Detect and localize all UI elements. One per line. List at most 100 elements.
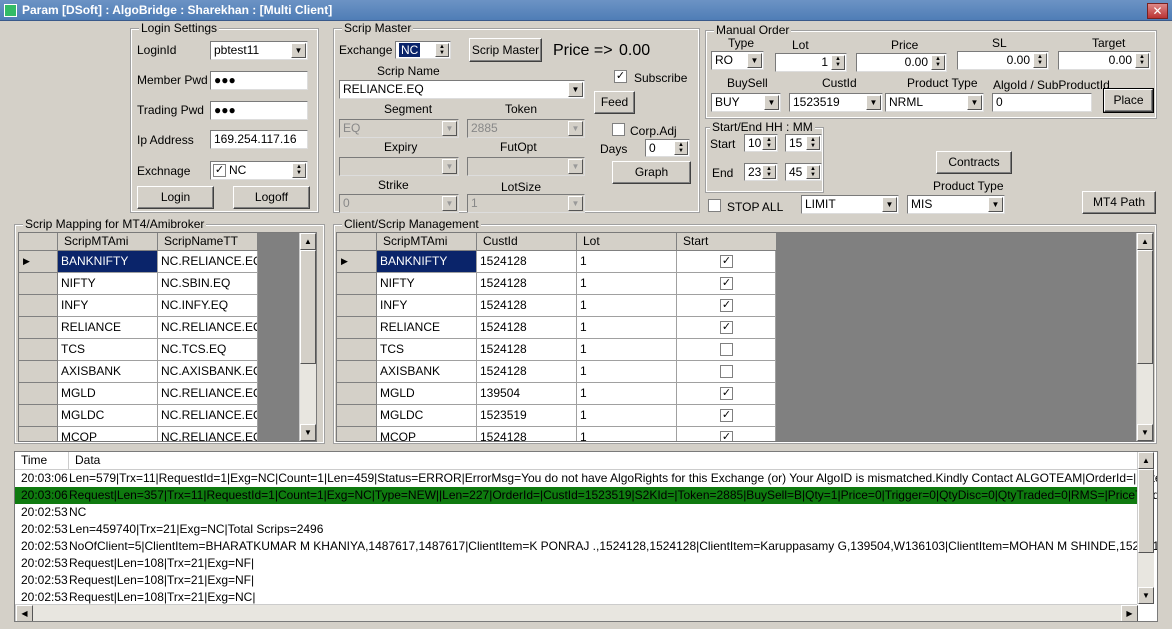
scrip-mapping-grid[interactable]: ScripMTAmi ScripNameTT ▶ BANKNIFTY NC.RELIAN… (18, 232, 317, 442)
chevron-down-icon[interactable]: ▼ (442, 196, 457, 211)
start-checkbox[interactable] (720, 343, 733, 356)
table-cell[interactable]: 1 (577, 317, 677, 339)
chevron-down-icon[interactable]: ▼ (882, 197, 897, 212)
chevron-down-icon[interactable]: ▼ (291, 43, 306, 58)
table-cell[interactable]: TCS (58, 339, 158, 361)
trading-pwd-input[interactable]: ●●● (210, 101, 308, 120)
vertical-scrollbar[interactable]: ▲ ▼ (1137, 452, 1154, 604)
corp-adj-checkbox[interactable] (612, 123, 625, 136)
start-checkbox[interactable]: ✓ (720, 409, 733, 422)
vertical-scrollbar[interactable]: ▲ ▼ (1136, 233, 1153, 441)
table-cell[interactable]: NC.TCS.EQ (158, 339, 258, 361)
subscribe-checkbox[interactable]: ✓ (614, 70, 627, 83)
client-scrip-grid[interactable]: ScripMTAmi CustId Lot Start ▶ BANKNIFTY 152412… (336, 232, 1154, 442)
chevron-down-icon[interactable]: ▼ (967, 95, 982, 110)
column-header[interactable]: CustId (477, 233, 577, 251)
log-row[interactable]: 20:02:53NC (15, 504, 1137, 521)
start-checkbox[interactable]: ✓ (720, 255, 733, 268)
spinner-icon[interactable]: ▲ ▼ (1033, 53, 1047, 68)
close-button[interactable]: ✕ (1147, 3, 1168, 19)
table-cell[interactable]: BANKNIFTY (58, 251, 158, 273)
table-cell[interactable]: RELIANCE (58, 317, 158, 339)
scroll-right-icon[interactable]: ▶ (1121, 605, 1138, 621)
expiry-combo[interactable]: ▼ (339, 157, 459, 176)
target-updown[interactable]: 0.00 ▲ ▼ (1058, 51, 1151, 70)
row-header[interactable] (337, 295, 377, 317)
table-cell[interactable]: 1523519 (477, 405, 577, 427)
product-type-combo[interactable]: NRML ▼ (885, 93, 984, 112)
log-row[interactable]: 20:03:06Len=579|Trx=11|RequestId=1|Exg=N… (15, 470, 1157, 487)
chevron-down-icon[interactable]: ▼ (442, 121, 457, 136)
spinner-icon[interactable]: ▲ ▼ (292, 163, 306, 178)
exchange-checkbox[interactable]: ✓ (213, 164, 226, 177)
scroll-up-icon[interactable]: ▲ (1137, 233, 1153, 250)
table-cell[interactable]: NC.SBIN.EQ (158, 273, 258, 295)
log-row[interactable]: 20:02:53Request|Len=108|Trx=21|Exg=NF| (15, 555, 1137, 572)
row-header[interactable] (337, 339, 377, 361)
row-header[interactable] (19, 427, 58, 441)
member-pwd-input[interactable]: ●●● (210, 71, 308, 90)
lot-updown[interactable]: 1 ▲ ▼ (775, 53, 847, 72)
row-header[interactable] (19, 295, 58, 317)
chevron-down-icon[interactable]: ▼ (568, 82, 583, 97)
table-cell[interactable]: MCOP (58, 427, 158, 441)
loginid-combo[interactable]: pbtest11 ▼ (210, 41, 308, 60)
log-list[interactable]: Time Data 20:03:06Len=579|Trx=11|RequestId… (14, 451, 1158, 622)
scroll-thumb[interactable] (1138, 469, 1154, 553)
column-header[interactable]: ScripMTAmi (58, 233, 158, 251)
ip-address-input[interactable]: 169.254.117.16 (210, 130, 308, 149)
row-header[interactable] (337, 273, 377, 295)
price-updown[interactable]: 0.00 ▲ ▼ (856, 53, 947, 72)
chevron-down-icon[interactable]: ▼ (764, 95, 779, 110)
table-cell[interactable]: NC.AXISBANK.EQ (158, 361, 258, 383)
strike-combo[interactable]: 0 ▼ (339, 194, 459, 213)
table-cell[interactable]: NC.RELIANCE.EQ (158, 251, 258, 273)
spinner-icon[interactable]: ▲ ▼ (762, 136, 776, 150)
table-cell[interactable]: MGLD (377, 383, 477, 405)
scrip-master-button[interactable]: Scrip Master (469, 38, 542, 62)
chevron-down-icon[interactable]: ▼ (568, 196, 583, 211)
mt4-path-button[interactable]: MT4 Path (1082, 191, 1156, 214)
column-header-data[interactable]: Data (69, 452, 969, 470)
scroll-down-icon[interactable]: ▼ (1137, 424, 1153, 441)
table-cell[interactable]: 139504 (477, 383, 577, 405)
column-header-time[interactable]: Time (15, 452, 69, 470)
scroll-down-icon[interactable]: ▼ (1138, 587, 1154, 604)
table-cell[interactable]: 1524128 (477, 361, 577, 383)
spinner-icon[interactable]: ▲ ▼ (931, 55, 945, 70)
row-header[interactable] (337, 317, 377, 339)
table-cell[interactable]: 1 (577, 339, 677, 361)
table-cell[interactable]: AXISBANK (377, 361, 477, 383)
spinner-icon[interactable]: ▲ ▼ (806, 165, 820, 179)
spinner-icon[interactable]: ▲ ▼ (806, 136, 820, 150)
row-header[interactable] (19, 405, 58, 427)
column-header[interactable]: Start (677, 233, 777, 251)
sl-updown[interactable]: 0.00 ▲ ▼ (957, 51, 1049, 70)
start-checkbox[interactable]: ✓ (720, 431, 733, 441)
table-cell[interactable]: 1524128 (477, 317, 577, 339)
table-cell[interactable]: AXISBANK (58, 361, 158, 383)
contracts-button[interactable]: Contracts (936, 151, 1012, 174)
row-header[interactable] (19, 317, 58, 339)
futopt-combo[interactable]: ▼ (467, 157, 585, 176)
table-cell[interactable]: 1 (577, 295, 677, 317)
table-cell[interactable]: 1524128 (477, 427, 577, 441)
segment-combo[interactable]: EQ ▼ (339, 119, 459, 138)
table-cell[interactable]: MCOP (377, 427, 477, 441)
log-row[interactable]: 20:03:06Request|Len=357|Trx=11|RequestId… (15, 487, 1157, 504)
scroll-thumb[interactable] (1137, 250, 1153, 364)
table-cell[interactable]: INFY (58, 295, 158, 317)
table-cell[interactable]: NC.RELIANCE.EQ (158, 317, 258, 339)
row-header[interactable] (19, 383, 58, 405)
row-header[interactable]: ▶ (337, 251, 377, 273)
custid-combo[interactable]: 1523519 ▼ (789, 93, 883, 112)
table-cell[interactable]: 1 (577, 405, 677, 427)
start-checkbox[interactable] (720, 365, 733, 378)
log-row[interactable]: 20:02:53NoOfClient=5|ClientItem=BHARATKU… (15, 538, 1157, 555)
table-cell[interactable]: 1 (577, 427, 677, 441)
table-cell[interactable]: 1524128 (477, 295, 577, 317)
row-header[interactable] (337, 427, 377, 441)
exchange-selector[interactable]: ✓ NC ▲ ▼ (210, 161, 308, 180)
chevron-down-icon[interactable]: ▼ (747, 53, 762, 68)
start-checkbox[interactable]: ✓ (720, 299, 733, 312)
